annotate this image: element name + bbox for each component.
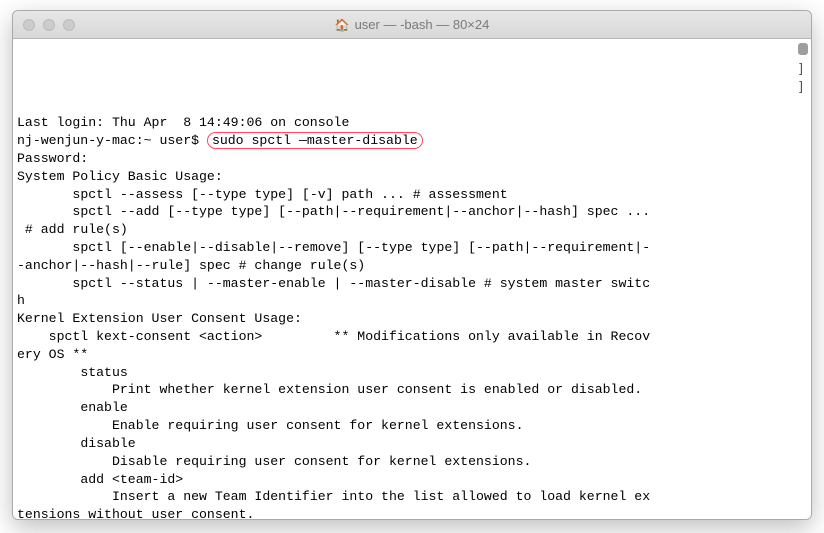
terminal-line: enable <box>17 399 803 417</box>
terminal-line: Password: <box>17 150 803 168</box>
terminal-body[interactable]: ] ] Last login: Thu Apr 8 14:49:06 on co… <box>13 39 811 519</box>
terminal-line: -anchor|--hash|--rule] spec # change rul… <box>17 257 803 275</box>
terminal-line: Disable requiring user consent for kerne… <box>17 453 803 471</box>
terminal-line: System Policy Basic Usage: <box>17 168 803 186</box>
terminal-window: 🏠 user — -bash — 80×24 ] ] Last login: T… <box>12 10 812 520</box>
maximize-button[interactable] <box>63 19 75 31</box>
bracket-mark: ] <box>797 61 805 79</box>
terminal-line: spctl --assess [--type type] [-v] path .… <box>17 186 803 204</box>
terminal-line: spctl [--enable|--disable|--remove] [--t… <box>17 239 803 257</box>
traffic-lights <box>23 19 75 31</box>
terminal-line: disable <box>17 435 803 453</box>
prompt-prefix: nj-wenjun-y-mac:~ user$ <box>17 133 207 148</box>
terminal-line: add <team-id> <box>17 471 803 489</box>
window-title: user — -bash — 80×24 <box>355 17 490 32</box>
terminal-prompt-line: nj-wenjun-y-mac:~ user$ sudo spctl —mast… <box>17 132 803 150</box>
terminal-line: spctl --add [--type type] [--path|--requ… <box>17 203 803 221</box>
terminal-line: Kernel Extension User Consent Usage: <box>17 310 803 328</box>
minimize-button[interactable] <box>43 19 55 31</box>
terminal-line: Insert a new Team Identifier into the li… <box>17 488 803 506</box>
scrollbar-indicator[interactable] <box>798 43 808 55</box>
home-icon: 🏠 <box>335 18 350 32</box>
terminal-line: Enable requiring user consent for kernel… <box>17 417 803 435</box>
terminal-line: # add rule(s) <box>17 221 803 239</box>
titlebar[interactable]: 🏠 user — -bash — 80×24 <box>13 11 811 39</box>
close-button[interactable] <box>23 19 35 31</box>
terminal-line: status <box>17 364 803 382</box>
bracket-mark: ] <box>797 79 805 97</box>
terminal-line: spctl --status | --master-enable | --mas… <box>17 275 803 293</box>
highlighted-command: sudo spctl —master-disable <box>207 132 423 149</box>
terminal-line: ery OS ** <box>17 346 803 364</box>
terminal-line: tensions without user consent. <box>17 506 803 519</box>
terminal-line: Print whether kernel extension user cons… <box>17 381 803 399</box>
terminal-line: h <box>17 292 803 310</box>
terminal-line: spctl kext-consent <action> ** Modificat… <box>17 328 803 346</box>
title-wrap: 🏠 user — -bash — 80×24 <box>13 17 811 32</box>
terminal-line: Last login: Thu Apr 8 14:49:06 on consol… <box>17 114 803 132</box>
